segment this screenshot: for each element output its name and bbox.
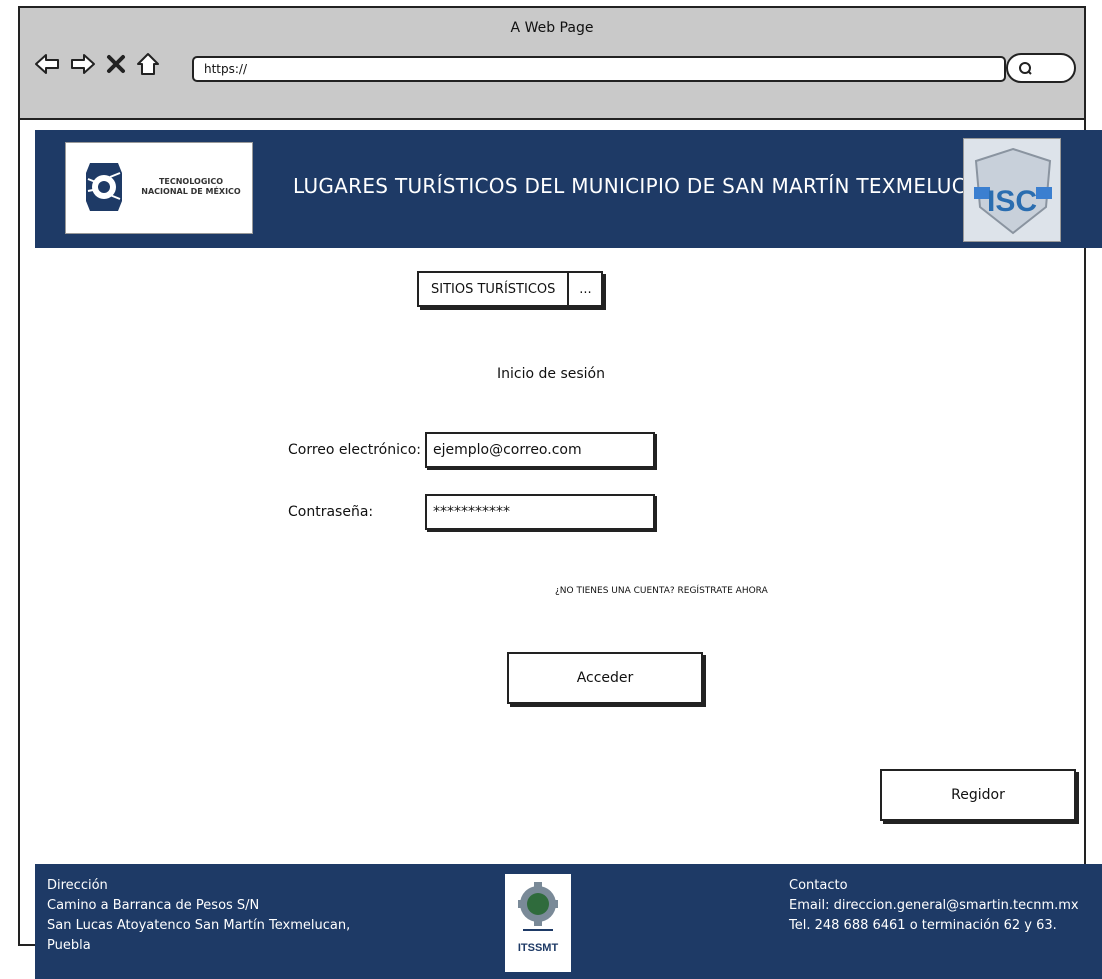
itssmt-logo: ITSSMT — [505, 874, 571, 972]
tecnm-emblem-icon — [86, 163, 122, 211]
email-field[interactable] — [425, 432, 655, 468]
main-nav: SITIOS TURÍSTICOS ... — [417, 271, 604, 307]
register-link[interactable]: ¿NO TIENES UNA CUENTA? REGÍSTRATE AHORA — [555, 586, 768, 596]
footer-address: Dirección Camino a Barranca de Pesos S/N… — [47, 876, 350, 956]
window-title: A Web Page — [510, 20, 594, 36]
tab-sitios-turisticos[interactable]: SITIOS TURÍSTICOS — [419, 273, 568, 305]
footer-phone: Tel. 248 688 6461 o terminación 62 y 63. — [789, 918, 1057, 933]
browser-toolbar: A Web Page https:// — [20, 8, 1084, 120]
password-field[interactable] — [425, 494, 655, 530]
browser-nav — [34, 52, 160, 76]
search-icon — [1019, 62, 1032, 75]
site-header: TECNOLOGICO NACIONAL DE MÉXICO LUGARES T… — [35, 130, 1102, 248]
nav-more-button[interactable]: ... — [567, 273, 602, 305]
tecnm-logo: TECNOLOGICO NACIONAL DE MÉXICO — [65, 142, 253, 234]
password-label: Contraseña: — [288, 504, 374, 520]
email-label: Correo electrónico: — [288, 442, 421, 458]
gear-icon — [518, 882, 558, 931]
tecnm-logo-line2: NACIONAL DE MÉXICO — [141, 187, 241, 196]
footer-contact: Contacto Email: direccion.general@smarti… — [789, 876, 1079, 936]
close-icon[interactable] — [106, 52, 126, 76]
login-title: Inicio de sesión — [497, 366, 605, 382]
isc-logo: ISC — [963, 138, 1061, 242]
page-title: LUGARES TURÍSTICOS DEL MUNICIPIO DE SAN … — [293, 174, 996, 198]
forward-arrow-icon[interactable] — [70, 52, 96, 76]
footer-address-line: Camino a Barranca de Pesos S/N — [47, 898, 260, 913]
home-icon[interactable] — [136, 52, 160, 76]
login-button[interactable]: Acceder — [507, 652, 703, 704]
site-footer: Dirección Camino a Barranca de Pesos S/N… — [35, 864, 1102, 979]
isc-logo-text: ISC — [986, 185, 1037, 218]
footer-email[interactable]: Email: direccion.general@smartin.tecnm.m… — [789, 896, 1079, 916]
itssmt-logo-text: ITSSMT — [517, 942, 559, 954]
tecnm-logo-line1: TECNOLOGICO — [158, 177, 224, 186]
footer-direction-title: Dirección — [47, 878, 108, 893]
back-arrow-icon[interactable] — [34, 52, 60, 76]
footer-address-line: San Lucas Atoyatenco San Martín Texmeluc… — [47, 918, 351, 933]
footer-address-line: Puebla — [47, 938, 91, 953]
regidor-button[interactable]: Regidor — [880, 769, 1076, 821]
footer-contact-title: Contacto — [789, 878, 848, 893]
browser-search-button[interactable] — [1006, 53, 1076, 83]
url-bar[interactable]: https:// — [192, 56, 1006, 82]
